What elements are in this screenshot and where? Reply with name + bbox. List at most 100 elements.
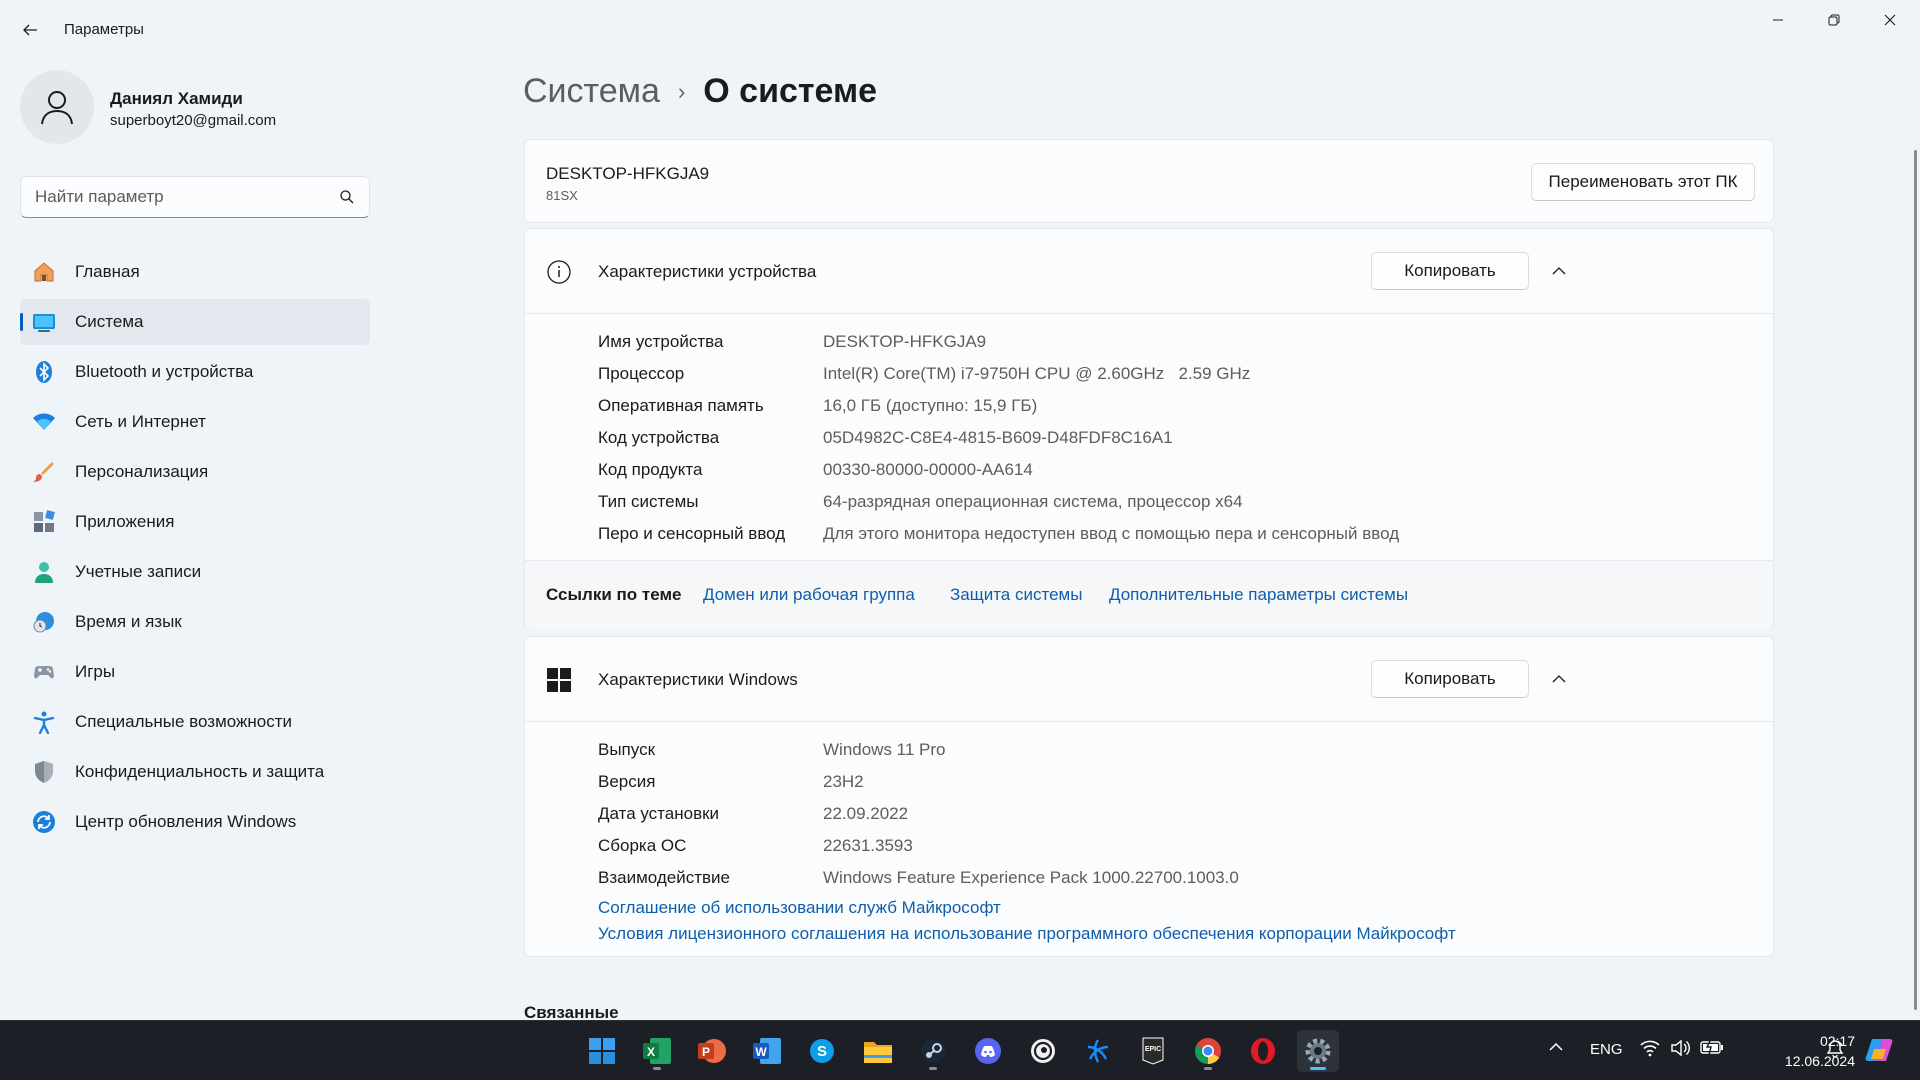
device-specs-card: Характеристики устройства Копировать Имя… bbox=[524, 228, 1774, 630]
active-indicator bbox=[1310, 1067, 1326, 1070]
sidebar-item-privacy[interactable]: Конфиденциальность и защита bbox=[20, 749, 370, 795]
back-button[interactable] bbox=[14, 16, 46, 44]
chevron-up-icon[interactable] bbox=[1545, 259, 1573, 283]
windows-specs-header[interactable]: Характеристики Windows Копировать bbox=[525, 637, 1773, 721]
gamepad-icon bbox=[32, 660, 56, 684]
chevron-up-icon[interactable] bbox=[1545, 667, 1573, 691]
taskbar-settings[interactable] bbox=[1297, 1030, 1339, 1072]
sidebar-item-label: Главная bbox=[75, 262, 140, 281]
sidebar-item-gaming[interactable]: Игры bbox=[20, 649, 370, 695]
microsoft-services-agreement-link[interactable]: Соглашение об использовании служб Майкро… bbox=[598, 898, 1001, 918]
user-icon bbox=[41, 91, 73, 125]
search-icon[interactable] bbox=[339, 189, 355, 210]
minimize-icon bbox=[1773, 19, 1783, 21]
sidebar-item-time-language[interactable]: Время и язык bbox=[20, 599, 370, 645]
breadcrumb: Система › О системе bbox=[523, 72, 877, 111]
sidebar-item-apps[interactable]: Приложения bbox=[20, 499, 370, 545]
accessibility-icon bbox=[32, 710, 56, 734]
taskbar-battlenet[interactable] bbox=[1077, 1030, 1119, 1072]
taskbar-chrome[interactable] bbox=[1187, 1030, 1229, 1072]
breadcrumb-parent[interactable]: Система bbox=[523, 72, 660, 111]
sidebar-item-home[interactable]: Главная bbox=[20, 249, 370, 295]
domain-workgroup-link[interactable]: Домен или рабочая группа bbox=[703, 585, 915, 605]
taskbar-steam[interactable] bbox=[912, 1030, 954, 1072]
sidebar-item-label: Центр обновления Windows bbox=[75, 812, 297, 831]
device-specs-header[interactable]: Характеристики устройства Копировать bbox=[525, 229, 1773, 313]
taskbar-skype[interactable]: S bbox=[801, 1030, 843, 1072]
search-input[interactable] bbox=[21, 177, 321, 217]
apps-icon bbox=[32, 510, 56, 534]
spec-value: Windows 11 Pro bbox=[823, 740, 946, 759]
taskbar-opera[interactable] bbox=[1242, 1030, 1284, 1072]
chrome-icon bbox=[1194, 1038, 1221, 1065]
brush-icon bbox=[32, 460, 56, 484]
system-protection-link[interactable]: Защита системы bbox=[950, 585, 1082, 605]
running-indicator bbox=[1204, 1067, 1212, 1070]
spec-value: Windows Feature Experience Pack 1000.227… bbox=[823, 868, 1239, 887]
sidebar-item-network[interactable]: Сеть и Интернет bbox=[20, 399, 370, 445]
epic-games-icon: EPIC bbox=[1142, 1037, 1164, 1065]
skype-icon: S bbox=[810, 1039, 834, 1063]
taskbar-powerpoint[interactable]: P bbox=[691, 1030, 733, 1072]
epic-label: EPIC bbox=[1145, 1046, 1161, 1053]
notification-icon[interactable] bbox=[1825, 1039, 1845, 1059]
time-language-icon bbox=[32, 610, 56, 634]
battery-icon[interactable] bbox=[1700, 1039, 1724, 1055]
divider bbox=[525, 313, 1773, 314]
spec-label: Код устройства bbox=[598, 428, 720, 447]
minimize-button[interactable] bbox=[1750, 0, 1806, 40]
search-box[interactable] bbox=[20, 176, 370, 218]
copy-windows-specs-button[interactable]: Копировать bbox=[1371, 660, 1529, 698]
spec-label: Код продукта bbox=[598, 460, 703, 479]
excel-icon: X bbox=[643, 1038, 671, 1064]
spec-value: 05D4982C-C8E4-4815-B609-D48FDF8C16A1 bbox=[823, 428, 1173, 447]
sidebar-item-system[interactable]: Система bbox=[20, 299, 370, 345]
copilot-icon[interactable] bbox=[1864, 1035, 1894, 1065]
start-button[interactable] bbox=[581, 1030, 623, 1072]
restore-icon bbox=[1828, 14, 1840, 26]
spec-value: 22631.3593 bbox=[823, 836, 913, 855]
powerpoint-letter: P bbox=[702, 1045, 710, 1059]
taskbar-discord[interactable] bbox=[967, 1030, 1009, 1072]
settings-icon bbox=[1305, 1038, 1331, 1064]
language-indicator[interactable]: ENG bbox=[1590, 1041, 1623, 1058]
running-indicator bbox=[653, 1067, 661, 1070]
windows-update-icon bbox=[32, 810, 56, 834]
taskbar-file-explorer[interactable] bbox=[857, 1030, 899, 1072]
sidebar-item-accessibility[interactable]: Специальные возможности bbox=[20, 699, 370, 745]
windows-logo-icon bbox=[546, 667, 572, 693]
copy-device-specs-button[interactable]: Копировать bbox=[1371, 252, 1529, 290]
chevron-up-icon[interactable] bbox=[1548, 1039, 1564, 1055]
taskbar-word[interactable]: W bbox=[746, 1030, 788, 1072]
spec-value: DESKTOP-HFKGJA9 bbox=[823, 332, 987, 351]
scrollbar[interactable] bbox=[1914, 150, 1917, 1010]
opera-icon bbox=[1251, 1038, 1275, 1064]
taskbar-epic-games[interactable]: EPIC bbox=[1132, 1030, 1174, 1072]
sidebar-item-personalization[interactable]: Персонализация bbox=[20, 449, 370, 495]
microsoft-license-terms-link[interactable]: Условия лицензионного соглашения на испо… bbox=[598, 924, 1456, 944]
taskbar-excel[interactable]: X bbox=[636, 1030, 678, 1072]
breadcrumb-separator: › bbox=[677, 78, 686, 104]
profile-name: Даниял Хамиди bbox=[110, 89, 243, 108]
sidebar-item-windows-update[interactable]: Центр обновления Windows bbox=[20, 799, 370, 845]
sidebar-item-label: Конфиденциальность и защита bbox=[75, 762, 325, 781]
sidebar-item-label: Игры bbox=[75, 662, 116, 681]
spec-label: Имя устройства bbox=[598, 332, 724, 351]
bluetooth-icon bbox=[32, 360, 56, 384]
app-title: Параметры bbox=[64, 21, 144, 38]
taskbar-ubisoft[interactable] bbox=[1022, 1030, 1064, 1072]
close-button[interactable] bbox=[1862, 0, 1918, 40]
sidebar-item-accounts[interactable]: Учетные записи bbox=[20, 549, 370, 595]
steam-icon bbox=[921, 1039, 945, 1063]
advanced-system-settings-link[interactable]: Дополнительные параметры системы bbox=[1109, 585, 1408, 605]
spec-value: 23H2 bbox=[823, 772, 864, 791]
pc-model: 81SX bbox=[546, 188, 578, 203]
rename-pc-button[interactable]: Переименовать этот ПК bbox=[1531, 163, 1755, 201]
volume-icon[interactable] bbox=[1670, 1039, 1690, 1057]
wifi-icon[interactable] bbox=[1640, 1039, 1660, 1057]
discord-icon bbox=[975, 1038, 1001, 1064]
title-bar: Параметры bbox=[0, 0, 1920, 60]
sidebar-item-bluetooth[interactable]: Bluetooth и устройства bbox=[20, 349, 370, 395]
restore-button[interactable] bbox=[1806, 0, 1862, 40]
powerpoint-icon: P bbox=[698, 1039, 726, 1063]
